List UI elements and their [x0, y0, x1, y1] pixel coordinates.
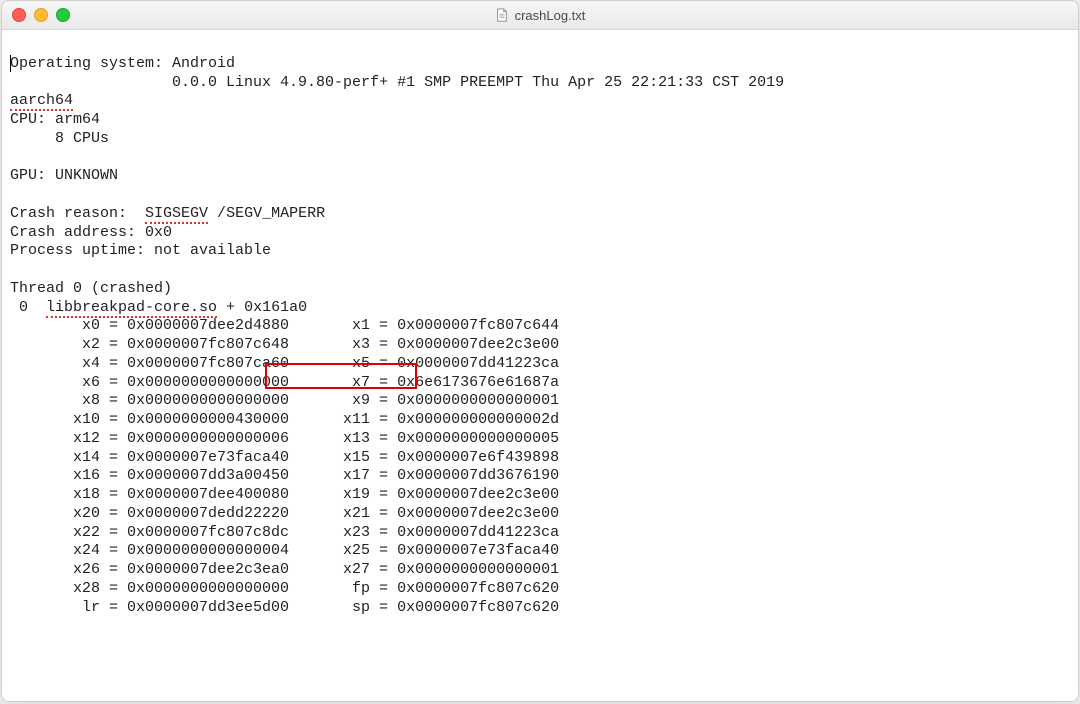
gpu-value: UNKNOWN: [55, 167, 118, 184]
titlebar[interactable]: crashLog.txt: [2, 1, 1078, 30]
crash-address-value: 0x0: [145, 224, 172, 241]
os-label: Operating system:: [10, 55, 172, 72]
thread-header: Thread 0 (crashed): [10, 280, 172, 297]
document-icon: [495, 8, 509, 22]
text-editor-window: crashLog.txt Operating system: Android 0…: [1, 0, 1079, 702]
window-controls: [2, 8, 70, 22]
os-detail-indent: [10, 74, 172, 91]
minimize-icon[interactable]: [34, 8, 48, 22]
cpu-label: CPU:: [10, 111, 55, 128]
arch-value: aarch64: [10, 92, 73, 111]
os-detail: 0.0.0 Linux 4.9.80-perf+ #1 SMP PREEMPT …: [172, 74, 784, 91]
title-text: crashLog.txt: [515, 8, 586, 23]
crash-signal: SIGSEGV: [145, 205, 208, 224]
crash-reason-label: Crash reason:: [10, 205, 145, 222]
os-value: Android: [172, 55, 235, 72]
gpu-label: GPU:: [10, 167, 55, 184]
uptime-label: Process uptime:: [10, 242, 154, 259]
cpu-count-indent: [10, 130, 55, 147]
uptime-value: not available: [154, 242, 271, 259]
zoom-icon[interactable]: [56, 8, 70, 22]
crash-address-label: Crash address:: [10, 224, 145, 241]
crash-error: SEGV_MAPERR: [226, 205, 325, 222]
cpu-value: arm64: [55, 111, 100, 128]
register-dump: x0 = 0x0000007dee2d4880 x1 = 0x0000007fc…: [10, 317, 559, 615]
window-title: crashLog.txt: [2, 8, 1078, 23]
cpu-count: 8 CPUs: [55, 130, 109, 147]
document-body[interactable]: Operating system: Android 0.0.0 Linux 4.…: [2, 30, 1078, 701]
close-icon[interactable]: [12, 8, 26, 22]
frame-index: 0: [10, 299, 46, 316]
frame-module: libbreakpad-core.so: [46, 299, 217, 318]
frame-offset: 0x161a0: [244, 299, 307, 316]
